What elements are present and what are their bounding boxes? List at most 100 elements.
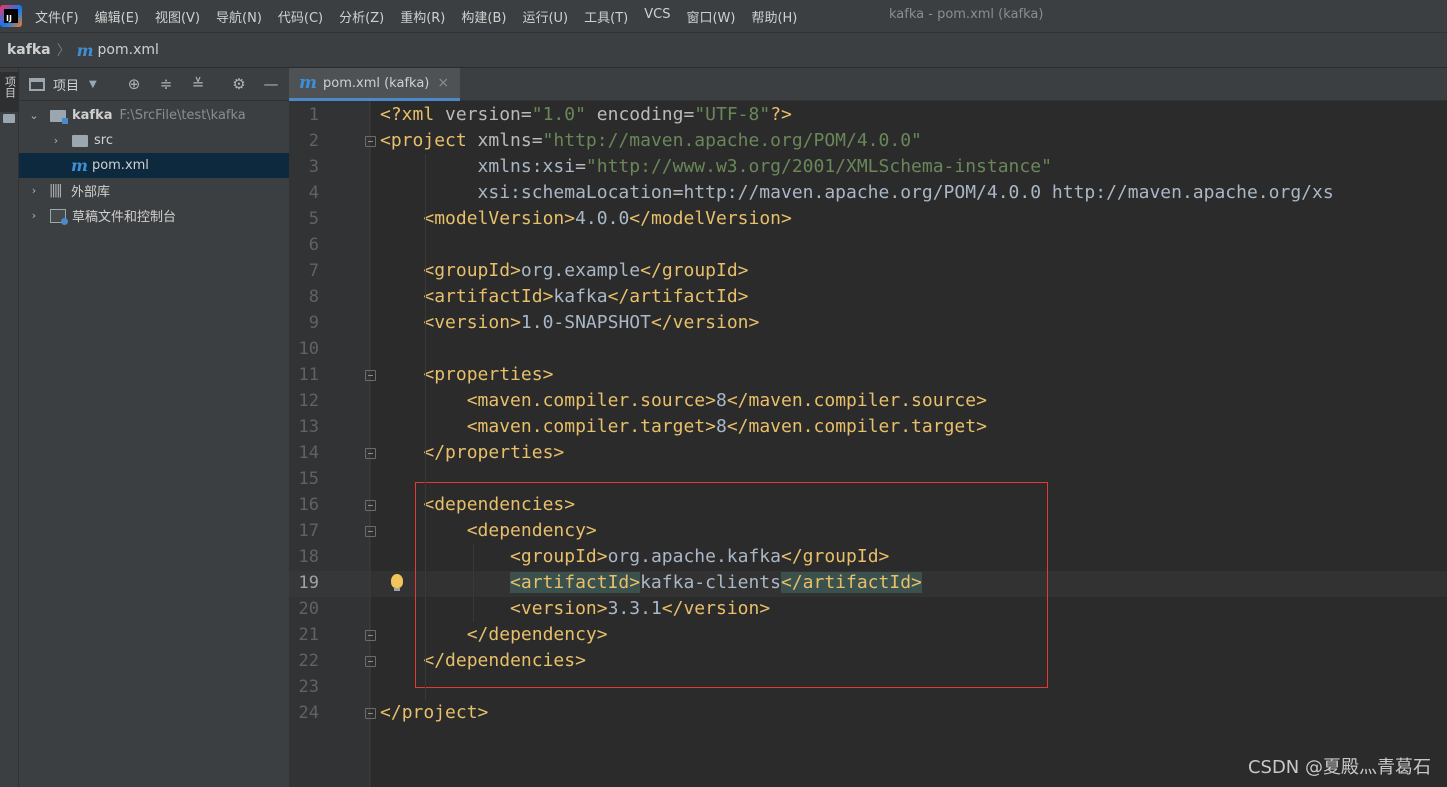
gear-icon[interactable]: ⚙ [229,74,249,94]
code-line[interactable]: </dependencies> [380,648,586,674]
fold-marker-icon[interactable] [365,656,376,667]
tree-item-external-libraries[interactable]: › |||‖ 外部库 [19,178,289,203]
fold-marker-icon[interactable] [365,708,376,719]
code-line[interactable]: <groupId>org.apache.kafka</groupId> [380,544,889,570]
maven-file-icon: m [76,40,94,60]
code-line[interactable]: </dependency> [380,622,608,648]
code-line[interactable]: <maven.compiler.source>8</maven.compiler… [380,388,987,414]
breadcrumb-file[interactable]: pom.xml [98,42,159,58]
line-number: 23 [298,677,319,697]
tab-label: pom.xml (kafka) [323,75,430,91]
code-line[interactable]: </project> [380,700,488,726]
tree-item-label: 外部库 [71,185,111,200]
minimize-icon[interactable]: — [261,74,281,94]
menu-item[interactable]: 导航(N) [216,7,262,26]
code-line[interactable]: <artifactId>kafka</artifactId> [380,284,748,310]
code-line[interactable]: xsi:schemaLocation=http://maven.apache.o… [380,180,1334,206]
scratches-icon [50,208,68,225]
tree-item-scratches[interactable]: › 草稿文件和控制台 [19,203,289,228]
code-line[interactable]: <groupId>org.example</groupId> [380,258,748,284]
line-number: 1 [308,105,319,125]
line-number: 3 [308,157,319,177]
line-number: 21 [298,625,319,645]
folder-icon [72,134,88,147]
locate-file-icon[interactable]: ⊕ [124,74,144,94]
menu-item[interactable]: 帮助(H) [751,7,797,26]
tree-item-kafka[interactable]: ⌄ kafka F:\SrcFile\test\kafka [19,103,289,128]
line-number: 10 [298,339,319,359]
tree-item-label: pom.xml [91,158,149,173]
chevron-right-icon[interactable]: › [27,184,41,197]
fold-marker-icon[interactable] [365,500,376,511]
code-line[interactable]: <modelVersion>4.0.0</modelVersion> [380,206,792,232]
code-line[interactable]: <?xml version="1.0" encoding="UTF-8"?> [380,102,792,128]
editor-tab-bar: m pom.xml (kafka) × [289,68,1447,101]
code-line[interactable]: <maven.compiler.target>8</maven.compiler… [380,414,987,440]
tree-item-src[interactable]: › src [19,128,289,153]
line-number: 7 [308,261,319,281]
chevron-right-icon[interactable]: › [27,209,41,222]
project-tree: ⌄ kafka F:\SrcFile\test\kafka › src m po… [19,101,289,228]
menu-item[interactable]: 工具(T) [584,7,628,26]
menu-item[interactable]: 文件(F) [35,7,79,26]
line-number: 2 [308,131,319,151]
tree-item-label: 草稿文件和控制台 [72,210,177,225]
code-line[interactable]: <properties> [380,362,553,388]
chevron-down-icon[interactable]: ⌄ [27,109,41,122]
tree-item-pom[interactable]: m pom.xml [19,153,289,178]
code-line[interactable]: xmlns:xsi="http://www.w3.org/2001/XMLSch… [380,154,1052,180]
fold-marker-icon[interactable] [365,448,376,459]
chevron-down-icon[interactable]: ▼ [89,79,97,90]
window-title: kafka - pom.xml (kafka) [889,7,1044,22]
line-number: 11 [298,365,319,385]
menu-item[interactable]: 分析(Z) [339,7,384,26]
menu-item[interactable]: 视图(V) [155,7,200,26]
breadcrumb-project[interactable]: kafka [7,42,51,58]
menu-item[interactable]: 代码(C) [278,7,323,26]
code-editor[interactable]: CSDN @夏殿灬青葛石 1 <?xml version="1.0" encodi… [289,101,1447,787]
code-line[interactable]: <dependencies> [380,492,575,518]
code-line[interactable]: <project xmlns="http://maven.apache.org/… [380,128,922,154]
menu-item[interactable]: 运行(U) [522,7,568,26]
code-line[interactable]: <version>1.0-SNAPSHOT</version> [380,310,759,336]
tree-item-label: src [94,133,113,148]
project-tool-tab[interactable]: 项目 [0,72,19,112]
line-number: 20 [298,599,319,619]
module-folder-icon [50,109,68,124]
line-number: 14 [298,443,319,463]
project-panel: 项目 ▼ ⊕ ≑ ≚ ⚙ — ⌄ kafka F:\SrcFile\test\k… [19,68,289,787]
intellij-logo-icon[interactable]: IJ [0,5,22,27]
code-line[interactable]: <artifactId>kafka-clients</artifactId> [380,570,922,596]
expand-all-icon[interactable]: ≑ [156,74,176,94]
chevron-right-icon[interactable]: › [49,134,63,147]
watermark: CSDN @夏殿灬青葛石 [1247,757,1431,778]
indent-guide [425,154,426,700]
close-icon[interactable]: × [437,75,449,91]
collapse-all-icon[interactable]: ≚ [188,74,208,94]
line-number: 12 [298,391,319,411]
menu-item[interactable]: VCS [644,7,670,26]
fold-marker-icon[interactable] [365,370,376,381]
fold-marker-icon[interactable] [365,526,376,537]
fold-marker-icon[interactable] [365,630,376,641]
project-panel-title[interactable]: 项目 [53,75,79,94]
menu-item[interactable]: 窗口(W) [686,7,735,26]
tab-pom-xml[interactable]: m pom.xml (kafka) × [289,68,460,101]
code-line[interactable]: </properties> [380,440,564,466]
line-number: 9 [308,313,319,333]
menu-item[interactable]: 重构(R) [400,7,445,26]
line-number: 5 [308,209,319,229]
menu-item[interactable]: 构建(B) [461,7,506,26]
maven-file-icon: m [71,156,88,175]
tree-item-label: kafka [72,108,113,123]
code-line[interactable]: <version>3.3.1</version> [380,596,770,622]
breadcrumb: kafka 〉 m pom.xml [0,32,1447,68]
breadcrumb-separator-icon: 〉 [56,43,71,59]
project-view-icon [29,77,45,91]
line-number: 24 [298,703,319,723]
code-line[interactable]: <dependency> [380,518,597,544]
line-number: 15 [298,469,319,489]
fold-marker-icon[interactable] [365,136,376,147]
menu-item[interactable]: 编辑(E) [95,7,139,26]
project-panel-toolbar: 项目 ▼ ⊕ ≑ ≚ ⚙ — [19,68,289,101]
